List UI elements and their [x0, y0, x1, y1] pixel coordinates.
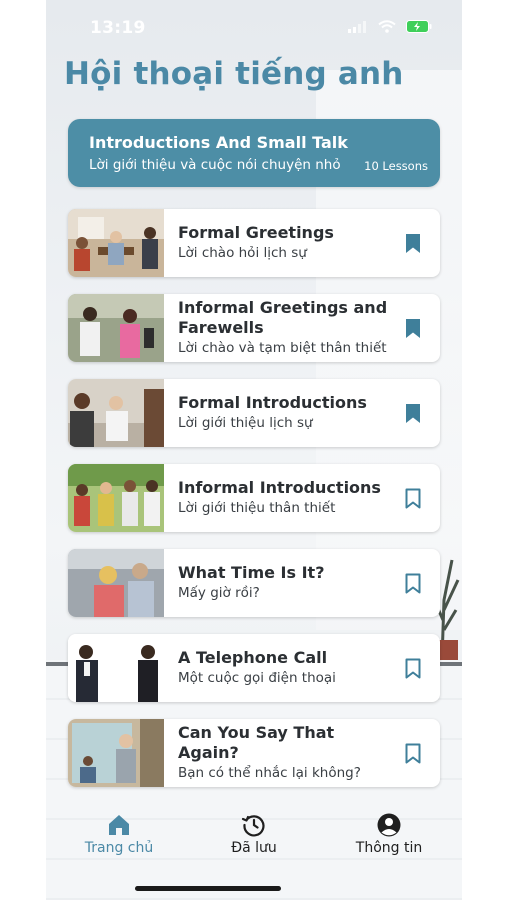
- tab-label: Trang chủ: [84, 840, 154, 856]
- lesson-count: 10 Lessons: [364, 159, 428, 173]
- home-indicator: [135, 886, 281, 891]
- category-card[interactable]: Introductions And Small Talk Lời giới th…: [68, 119, 440, 187]
- lesson-card-formal-introductions[interactable]: Formal Introductions Lời giới thiệu lịch…: [68, 379, 440, 447]
- bookmark-outline-icon[interactable]: [404, 658, 422, 680]
- lesson-subtitle: Lời chào hỏi lịch sự: [178, 245, 307, 261]
- battery-charging-icon: [406, 20, 432, 33]
- lesson-title: Informal Introductions: [178, 478, 381, 497]
- lesson-thumbnail: [68, 294, 164, 362]
- bookmark-outline-icon[interactable]: [404, 573, 422, 595]
- lesson-card-telephone-call[interactable]: A Telephone Call Một cuộc gọi điện thoại: [68, 634, 440, 702]
- lesson-subtitle: Mấy giờ rồi?: [178, 585, 260, 601]
- lesson-thumbnail: [68, 719, 164, 787]
- category-title: Introductions And Small Talk: [89, 133, 348, 152]
- page-title: Hội thoại tiếng anh: [64, 56, 404, 92]
- tab-info[interactable]: Thông tin: [334, 812, 444, 856]
- lesson-card-informal-introductions[interactable]: Informal Introductions Lời giới thiệu th…: [68, 464, 440, 532]
- bottom-tab-bar: Trang chủ Đã lưu Thông tin: [46, 800, 462, 900]
- status-bar: 13:19: [46, 0, 462, 56]
- lesson-thumbnail: [68, 209, 164, 277]
- lesson-subtitle: Lời chào và tạm biệt thân thiết: [178, 340, 387, 356]
- bookmark-outline-icon[interactable]: [404, 743, 422, 765]
- tab-home[interactable]: Trang chủ: [64, 812, 174, 856]
- lesson-card-what-time-is-it[interactable]: What Time Is It? Mấy giờ rồi?: [68, 549, 440, 617]
- history-icon: [241, 815, 265, 837]
- lesson-title: Formal Greetings: [178, 223, 334, 242]
- tab-label: Thông tin: [355, 840, 423, 856]
- home-icon: [109, 815, 129, 835]
- lesson-card-formal-greetings[interactable]: Formal Greetings Lời chào hỏi lịch sự: [68, 209, 440, 277]
- lesson-card-informal-greetings[interactable]: Informal Greetings and Farewells Lời chà…: [68, 294, 440, 362]
- lesson-title: A Telephone Call: [178, 648, 328, 667]
- user-circle-icon: [377, 813, 401, 837]
- lesson-thumbnail: [68, 549, 164, 617]
- status-icons: [348, 20, 432, 33]
- lesson-thumbnail: [68, 464, 164, 532]
- lesson-card-say-that-again[interactable]: Can You Say That Again? Bạn có thể nhắc …: [68, 719, 440, 787]
- lesson-title: Formal Introductions: [178, 393, 367, 412]
- lesson-title: What Time Is It?: [178, 563, 325, 582]
- bookmark-outline-icon[interactable]: [404, 488, 422, 510]
- lesson-subtitle: Một cuộc gọi điện thoại: [178, 670, 336, 686]
- lesson-subtitle: Lời giới thiệu thân thiết: [178, 500, 336, 516]
- bookmark-filled-icon[interactable]: [404, 403, 422, 425]
- status-time: 13:19: [90, 18, 146, 38]
- wifi-icon: [378, 20, 396, 33]
- category-subtitle: Lời giới thiệu và cuộc nói chuyện nhỏ: [89, 157, 341, 173]
- lesson-thumbnail: [68, 634, 164, 702]
- cellular-signal-icon: [348, 20, 366, 33]
- lesson-thumbnail: [68, 379, 164, 447]
- bookmark-filled-icon[interactable]: [404, 318, 422, 340]
- tab-saved[interactable]: Đã lưu: [199, 812, 309, 856]
- tab-label: Đã lưu: [231, 840, 277, 856]
- app-screen: 13:19 Hội thoại tiếng anh Introductions …: [46, 0, 462, 900]
- lesson-subtitle: Bạn có thể nhắc lại không?: [178, 765, 361, 781]
- lesson-subtitle: Lời giới thiệu lịch sự: [178, 415, 313, 431]
- bookmark-filled-icon[interactable]: [404, 233, 422, 255]
- lesson-title: Can You Say That Again?: [178, 723, 335, 762]
- lesson-title: Informal Greetings and Farewells: [178, 298, 388, 337]
